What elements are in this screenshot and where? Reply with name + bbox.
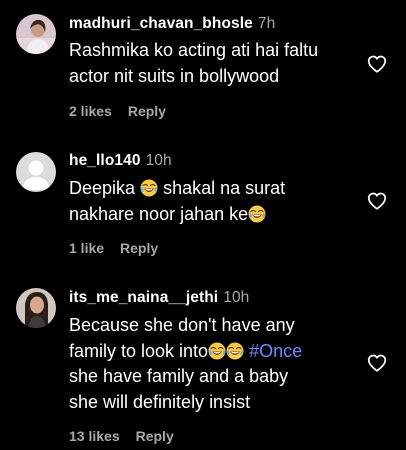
- face-with-tears-of-joy-emoji: [140, 179, 158, 197]
- comment-timestamp: 7h: [257, 15, 276, 32]
- comment-line: Rashmika ko acting ati hai faltu: [69, 40, 319, 60]
- comment-line: she have family and a baby: [69, 366, 289, 386]
- reply-button[interactable]: Reply: [120, 240, 158, 256]
- comment-meta: 2 likes Reply: [69, 103, 166, 119]
- likes-count[interactable]: 13 likes: [69, 428, 120, 444]
- comment-line-text: nakhare noor jahan ke: [69, 203, 249, 224]
- face-with-tears-of-joy-emoji: [248, 205, 266, 223]
- comment-line: Deepika shakal na surat: [69, 176, 359, 202]
- comment-text: Rashmika ko acting ati hai faltu actor n…: [69, 38, 359, 89]
- comment-item: its_me_naina__jethi 10h Because she don't…: [0, 278, 406, 450]
- comment-line-text: family to look into: [69, 340, 209, 361]
- comment-timestamp: 10h: [145, 152, 172, 169]
- comment-timestamp: 10h: [223, 289, 250, 306]
- comment-meta: 1 like Reply: [69, 240, 158, 256]
- comment-username[interactable]: he_llo140 10h: [69, 152, 172, 170]
- comment-text: Deepika shakal na surat nakhare noor jah…: [69, 176, 359, 227]
- heart-outline-icon[interactable]: [366, 53, 388, 75]
- comment-line: actor nit suits in bollywood: [69, 65, 280, 86]
- comment-username[interactable]: its_me_naina__jethi 10h: [69, 289, 249, 307]
- comment-line: Because she don't have any: [69, 315, 295, 335]
- comment-item: madhuri_chavan_bhosle 7h Rashmika ko acti…: [0, 0, 406, 140]
- heart-outline-icon[interactable]: [366, 190, 388, 212]
- avatar[interactable]: [16, 288, 56, 328]
- face-with-tears-of-joy-emoji: [208, 342, 226, 360]
- comment-username[interactable]: madhuri_chavan_bhosle 7h: [69, 15, 275, 33]
- reply-button[interactable]: Reply: [128, 103, 166, 119]
- avatar[interactable]: [16, 14, 56, 54]
- comment-line-text: Deepika: [69, 178, 136, 198]
- heart-outline-icon[interactable]: [366, 352, 388, 374]
- reply-button[interactable]: Reply: [136, 428, 174, 444]
- comment-line: nakhare noor jahan ke: [69, 202, 359, 228]
- comment-meta: 13 likes Reply: [69, 428, 174, 444]
- face-with-tears-of-joy-emoji: [226, 342, 244, 360]
- comment-line: she will definitely insist: [69, 391, 251, 412]
- comment-text: Because she don't have any family to loo…: [69, 313, 359, 415]
- avatar[interactable]: [16, 152, 56, 192]
- hashtag-link[interactable]: #Once: [249, 341, 302, 361]
- comment-line-text: shakal na surat: [163, 178, 286, 198]
- likes-count[interactable]: 2 likes: [69, 103, 112, 119]
- comment-item: he_llo140 10h Deepika shakal na surat nak…: [0, 140, 406, 278]
- likes-count[interactable]: 1 like: [69, 240, 104, 256]
- comment-line: family to look into #Once: [69, 339, 359, 365]
